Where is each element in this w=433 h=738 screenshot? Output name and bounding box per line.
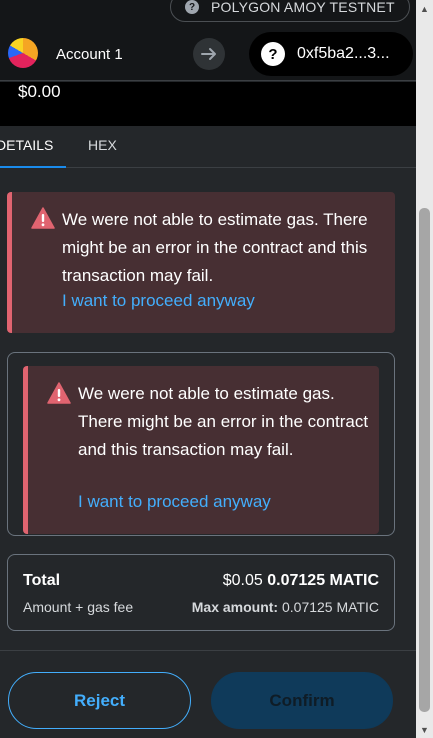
proceed-anyway-link[interactable]: I want to proceed anyway	[62, 291, 255, 311]
warning-icon	[31, 207, 55, 229]
gas-estimate-alert: We were not able to estimate gas. There …	[23, 366, 379, 534]
scroll-down-icon[interactable]: ▼	[416, 721, 433, 738]
network-row: ? POLYGON AMOY TESTNET	[0, 0, 416, 26]
confirm-transaction-page: ? POLYGON AMOY TESTNET Account 1 ? 0xf5b…	[0, 0, 416, 738]
scroll-thumb[interactable]	[419, 208, 430, 712]
max-amount-row: Max amount: 0.07125 MATIC	[192, 599, 379, 615]
account-header: Account 1 ? 0xf5ba2...3...	[0, 26, 416, 81]
network-name: POLYGON AMOY TESTNET	[211, 0, 395, 15]
confirm-button[interactable]: Confirm	[211, 672, 393, 729]
tab-details[interactable]: DETAILS	[0, 137, 66, 168]
footer: Reject Confirm	[0, 650, 416, 738]
account-avatar[interactable]	[8, 38, 38, 68]
tab-bar: DETAILS HEX	[0, 126, 416, 168]
max-amount-value: 0.07125 MATIC	[281, 599, 379, 615]
total-crypto: 0.07125 MATIC	[267, 572, 379, 589]
recipient-address: 0xf5ba2...3...	[297, 45, 390, 62]
alert-message: We were not able to estimate gas. There …	[62, 210, 368, 285]
network-selector[interactable]: ? POLYGON AMOY TESTNET	[170, 0, 410, 22]
tab-hex[interactable]: HEX	[88, 137, 117, 153]
question-icon: ?	[261, 42, 285, 66]
alert-message: We were not able to estimate gas. There …	[78, 384, 369, 459]
max-amount-label: Max amount:	[191, 599, 279, 615]
gas-estimate-alert: We were not able to estimate gas. There …	[7, 192, 395, 333]
total-box	[7, 554, 395, 631]
proceed-anyway-link[interactable]: I want to proceed anyway	[78, 492, 271, 512]
vertical-scrollbar[interactable]: ▲ ▼	[416, 0, 433, 738]
scroll-up-icon[interactable]: ▲	[416, 0, 433, 17]
warning-icon	[47, 382, 71, 404]
question-icon: ?	[185, 0, 199, 14]
arrow-right-icon	[193, 38, 225, 70]
amount-area: $0.00	[0, 82, 416, 126]
total-sublabel: Amount + gas fee	[23, 599, 134, 615]
total-label: Total	[23, 572, 61, 589]
total-values: $0.05 0.07125 MATIC	[223, 572, 379, 590]
total-fiat: $0.05	[222, 572, 263, 589]
account-name[interactable]: Account 1	[56, 46, 123, 63]
reject-button[interactable]: Reject	[8, 672, 191, 729]
fiat-amount: $0.00	[18, 82, 61, 101]
recipient-pill[interactable]: ? 0xf5ba2...3...	[249, 32, 413, 76]
